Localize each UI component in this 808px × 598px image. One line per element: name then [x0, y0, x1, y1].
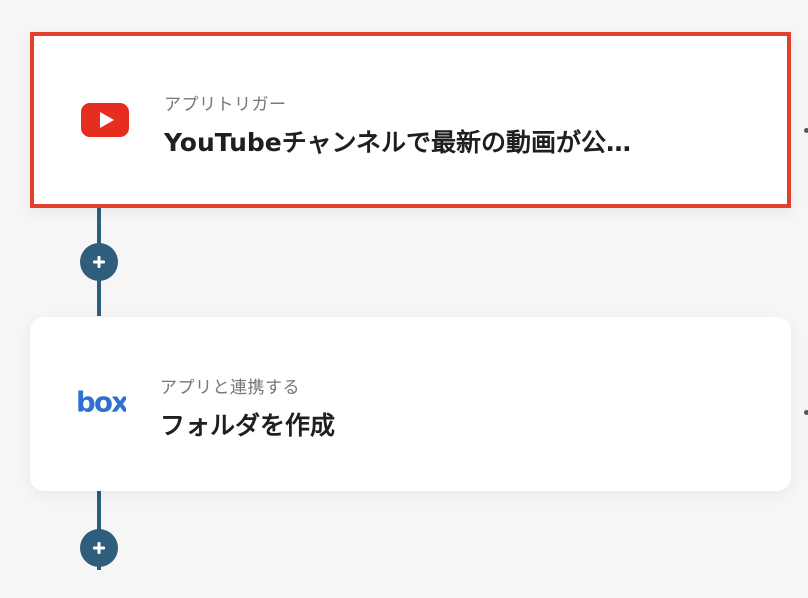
box-icon: box — [76, 383, 126, 423]
add-step-button[interactable] — [80, 243, 118, 281]
step-title: フォルダを作成 — [160, 411, 336, 440]
svg-text:box: box — [76, 387, 126, 419]
step-type-label: アプリと連携する — [160, 378, 300, 398]
action-step-card[interactable]: box アプリと連携する フォルダを作成 — [30, 317, 791, 491]
step-menu-dot[interactable] — [804, 410, 808, 415]
youtube-icon — [80, 100, 130, 140]
workflow-canvas: アプリトリガー YouTubeチャンネルで最新の動画が公… box アプリと連携… — [0, 0, 808, 598]
plus-icon — [93, 256, 105, 268]
step-title: YouTubeチャンネルで最新の動画が公… — [164, 128, 631, 157]
add-step-button[interactable] — [80, 529, 118, 567]
plus-icon — [93, 542, 105, 554]
trigger-step-card[interactable]: アプリトリガー YouTubeチャンネルで最新の動画が公… — [30, 32, 791, 208]
step-type-label: アプリトリガー — [164, 95, 287, 115]
step-menu-dot[interactable] — [804, 128, 808, 133]
